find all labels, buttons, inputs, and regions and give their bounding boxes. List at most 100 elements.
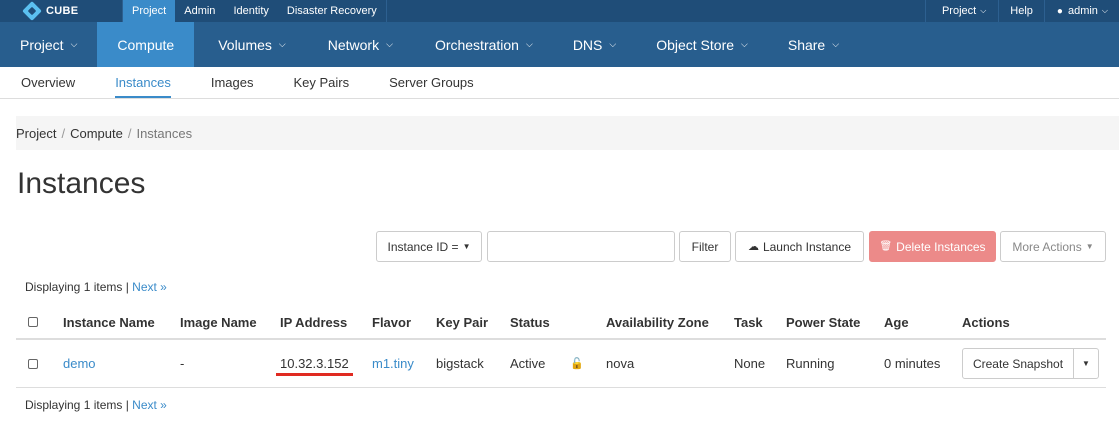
status: Active	[510, 356, 546, 371]
chevron-down-icon: ⌵	[1101, 6, 1108, 15]
ip-address: 10.32.3.152	[276, 356, 353, 376]
col-key-pair[interactable]: Key Pair	[436, 306, 488, 338]
breadcrumb-separator: /	[127, 125, 132, 141]
subnav-overview[interactable]: Overview	[21, 67, 75, 98]
row-checkbox[interactable]	[28, 358, 38, 369]
delete-instances-label: Delete Instances	[896, 239, 986, 254]
col-actions: Actions	[962, 314, 1010, 330]
ip-highlight-underline	[276, 373, 353, 376]
nav-label: DNS	[572, 36, 603, 53]
unlock-icon[interactable]: 🔓	[570, 357, 584, 370]
nav-project[interactable]: Project ⌵	[0, 22, 97, 67]
nav-label: Object Store	[656, 36, 735, 53]
nav-label: Compute	[117, 36, 175, 53]
col-status[interactable]: Status	[510, 306, 550, 338]
main-nav: Project ⌵ Compute Volumes ⌵ Network ⌵ Orche…	[0, 22, 1119, 67]
user-menu[interactable]: ● admin ⌵	[1043, 0, 1119, 22]
project-dropdown[interactable]: Project ⌵	[924, 0, 998, 22]
nav-label: Network	[327, 36, 380, 53]
nav-compute[interactable]: Compute	[97, 22, 195, 67]
col-availability-zone[interactable]: Availability Zone	[606, 306, 709, 338]
help-link[interactable]: Help	[998, 0, 1044, 22]
trash-icon: 🗑	[879, 241, 893, 252]
launch-instance-button[interactable]: ☁ Launch Instance	[735, 231, 864, 262]
table-toolbar: Instance ID = ▼ Filter ☁ Launch Instance…	[0, 231, 1119, 263]
chevron-down-icon: ⌵	[609, 39, 617, 49]
select-all-checkbox[interactable]	[28, 317, 38, 327]
top-tab-disaster-recovery[interactable]: Disaster Recovery	[278, 0, 387, 22]
filter-button[interactable]: Filter	[679, 231, 731, 262]
flavor-link[interactable]: m1.tiny	[372, 340, 414, 387]
availability-zone: nova	[606, 356, 635, 371]
delete-instances-button[interactable]: 🗑 Delete Instances	[869, 231, 996, 262]
caret-down-icon: ▼	[1082, 359, 1090, 368]
subnav-images[interactable]: Images	[211, 67, 254, 98]
instance-name-link[interactable]: demo	[63, 340, 96, 387]
create-snapshot-button[interactable]: Create Snapshot	[962, 348, 1074, 379]
chevron-down-icon: ⌵	[525, 39, 533, 49]
col-flavor[interactable]: Flavor	[372, 306, 411, 338]
next-page-link[interactable]: Next »	[132, 280, 167, 294]
col-ip-address[interactable]: IP Address	[280, 306, 347, 338]
logo[interactable]: CUBE	[0, 0, 123, 22]
breadcrumb-separator: /	[61, 125, 66, 141]
key-pair: bigstack	[436, 356, 484, 371]
nav-label: Volumes	[218, 36, 272, 53]
task: None	[734, 356, 766, 371]
nav-object-store[interactable]: Object Store ⌵	[636, 22, 768, 67]
filter-input[interactable]	[487, 231, 675, 262]
table-row: demo - 10.32.3.152 m1.tiny bigstack Acti…	[16, 340, 1106, 388]
item-count-bottom: Displaying 1 items | Next »	[25, 398, 167, 412]
cloud-upload-icon: ☁	[747, 241, 759, 253]
project-dropdown-label: Project	[941, 5, 977, 17]
top-tab-project[interactable]: Project	[123, 0, 176, 22]
nav-label: Share	[787, 36, 826, 53]
filter-type-dropdown[interactable]: Instance ID = ▼	[376, 231, 482, 262]
subnav-server-groups[interactable]: Server Groups	[389, 67, 474, 98]
col-age[interactable]: Age	[884, 306, 909, 338]
nav-dns[interactable]: DNS ⌵	[553, 22, 636, 67]
caret-down-icon: ▼	[462, 242, 471, 251]
col-power-state[interactable]: Power State	[786, 306, 860, 338]
subnav-instances[interactable]: Instances	[115, 67, 171, 98]
filter-type-label: Instance ID =	[387, 239, 459, 254]
nav-label: Orchestration	[434, 36, 519, 53]
cube-logo-icon	[22, 1, 42, 21]
row-actions-dropdown[interactable]: ▼	[1073, 348, 1099, 379]
breadcrumb-compute[interactable]: Compute	[70, 126, 123, 141]
image-name: -	[180, 356, 185, 371]
chevron-down-icon: ⌵	[278, 39, 286, 49]
nav-orchestration[interactable]: Orchestration ⌵	[413, 22, 553, 67]
breadcrumb-instances: Instances	[136, 125, 193, 141]
age: 0 minutes	[884, 356, 941, 371]
chevron-down-icon: ⌵	[386, 39, 393, 49]
chevron-down-icon: ⌵	[832, 39, 840, 49]
nav-volumes[interactable]: Volumes ⌵	[194, 22, 306, 67]
more-actions-label: More Actions	[1012, 239, 1082, 254]
breadcrumb-project[interactable]: Project	[16, 126, 56, 141]
user-icon: ●	[1056, 5, 1063, 17]
sub-nav: Overview Instances Images Key Pairs Serv…	[0, 67, 1119, 99]
item-count-text: Displaying 1 items |	[25, 280, 129, 294]
chevron-down-icon: ⌵	[741, 39, 748, 49]
col-image-name[interactable]: Image Name	[180, 306, 257, 338]
breadcrumb: Project / Compute / Instances	[16, 116, 1119, 150]
col-instance-name[interactable]: Instance Name	[63, 306, 155, 338]
nav-label: Project	[20, 36, 64, 53]
subnav-key-pairs[interactable]: Key Pairs	[293, 67, 349, 98]
top-tab-admin[interactable]: Admin	[175, 0, 224, 22]
ip-address-text: 10.32.3.152	[280, 356, 349, 371]
more-actions-button[interactable]: More Actions ▼	[1000, 231, 1106, 262]
top-tab-identity[interactable]: Identity	[224, 0, 277, 22]
top-bar: CUBE Project Admin Identity Disaster Rec…	[0, 0, 1119, 22]
col-task[interactable]: Task	[734, 306, 763, 338]
nav-network[interactable]: Network ⌵	[306, 22, 413, 67]
nav-share[interactable]: Share ⌵	[768, 22, 859, 67]
logo-text: CUBE	[46, 5, 79, 17]
power-state: Running	[786, 356, 835, 371]
next-page-link[interactable]: Next »	[132, 398, 167, 412]
caret-down-icon: ▼	[1085, 242, 1094, 251]
launch-instance-label: Launch Instance	[762, 239, 852, 254]
user-name: admin	[1067, 5, 1098, 17]
chevron-down-icon: ⌵	[70, 39, 78, 49]
